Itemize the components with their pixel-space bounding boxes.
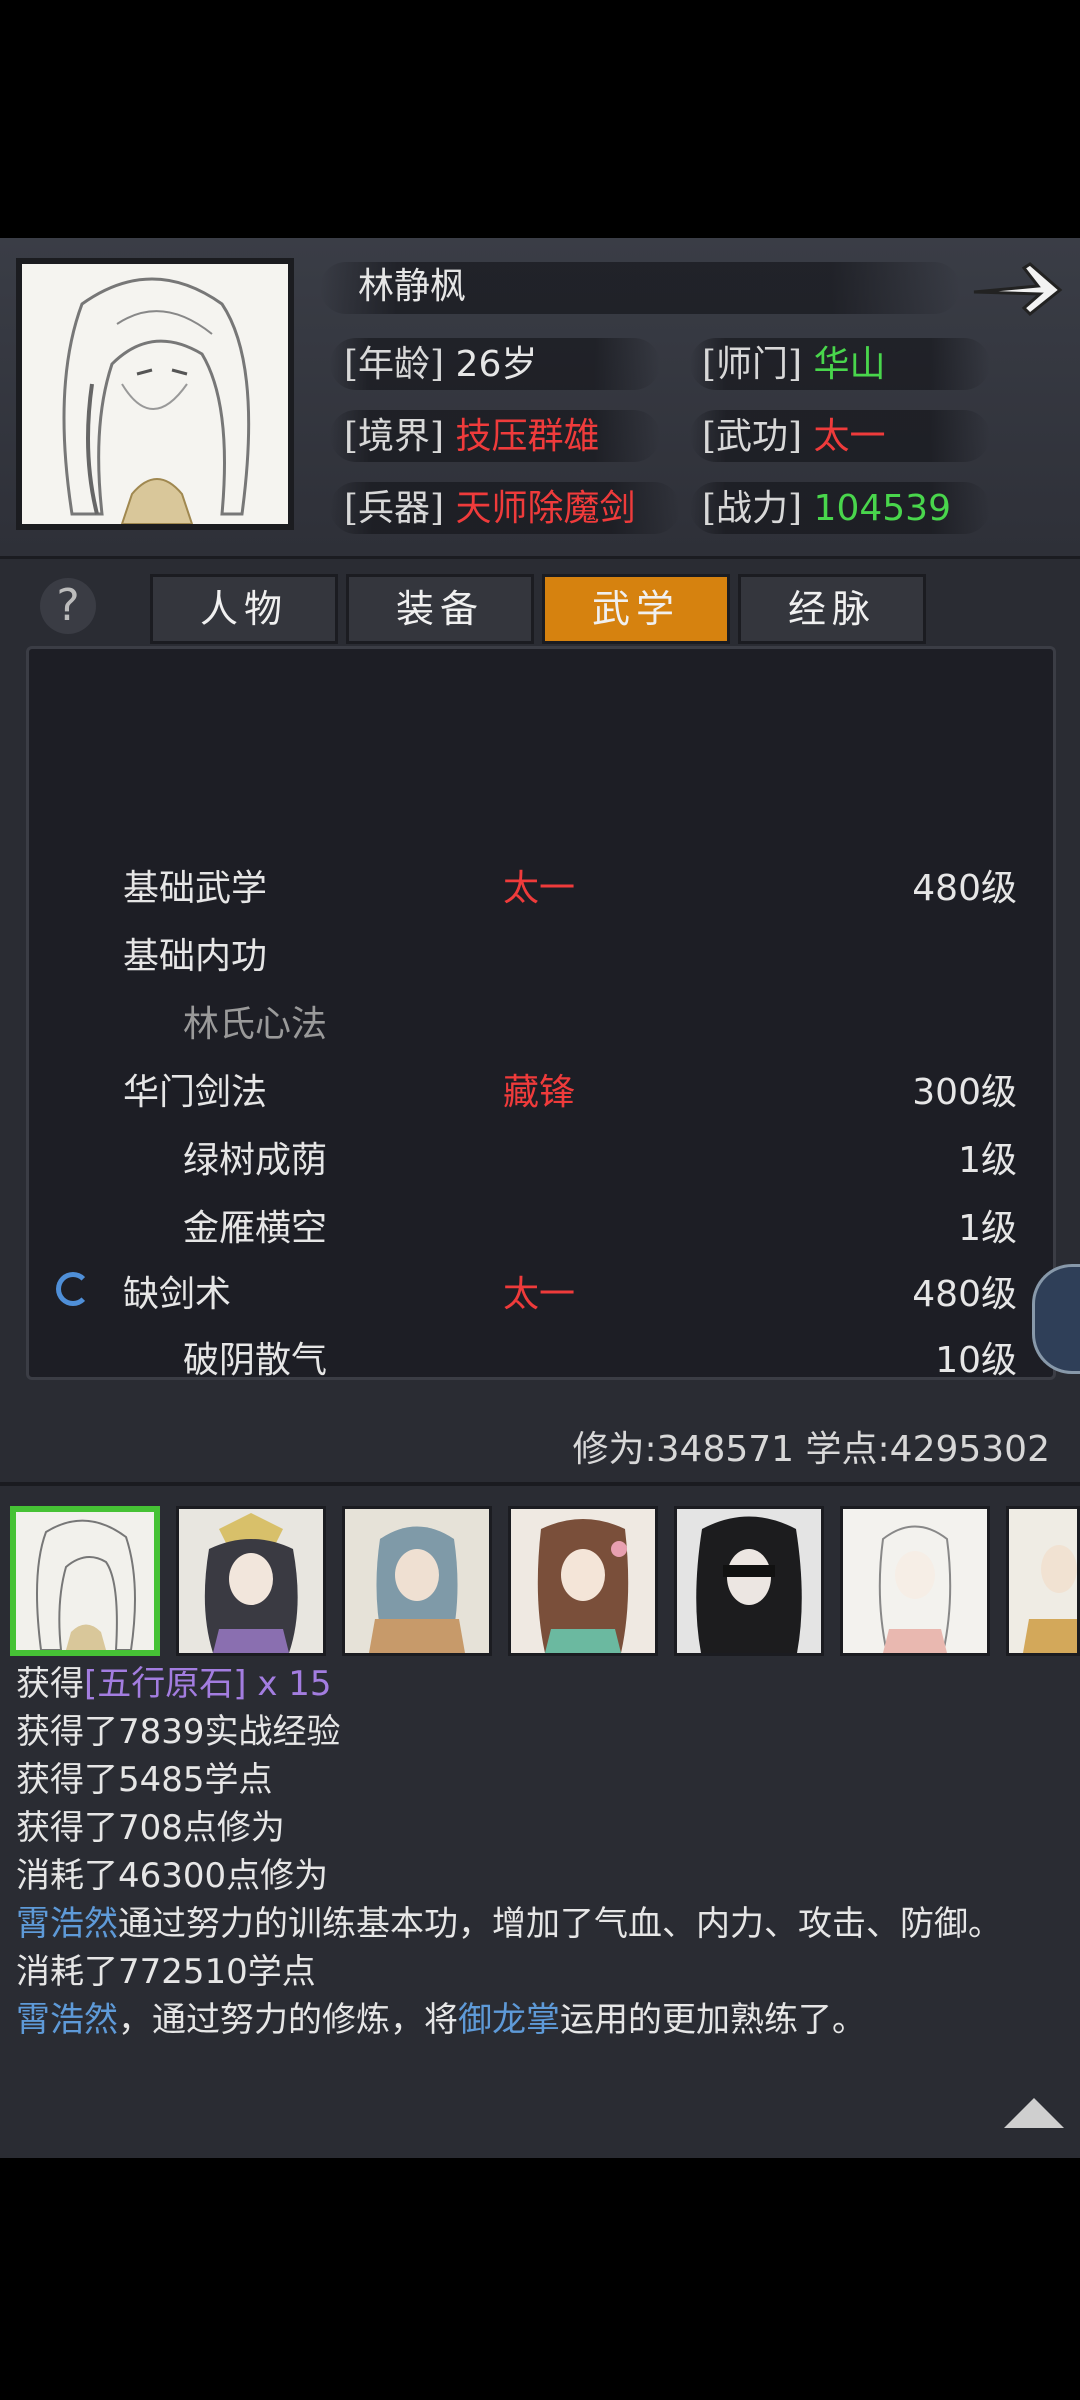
log-line: 霄浩然通过努力的训练基本功，增加了气血、内力、攻击、防御。: [16, 1900, 1066, 1948]
power-row: [战力] 104539: [702, 484, 951, 534]
log-line: 获得了5485学点: [16, 1760, 273, 1800]
log-text: ，通过努力的修炼，将: [118, 2000, 458, 2040]
log-line: 霄浩然，通过努力的修炼，将御龙掌运用的更加熟练了。: [16, 1996, 1066, 2044]
skill-name: 金雁横空: [183, 1208, 328, 1249]
skill-style: 藏锋: [503, 1072, 576, 1113]
skill-row[interactable]: 林氏心法: [29, 995, 1059, 1055]
skill-level: 480级: [912, 1274, 1017, 1315]
log-skill-name: 御龙掌: [458, 2000, 560, 2040]
age-row: [年龄] 26岁: [344, 340, 537, 390]
skill-row[interactable]: 金雁横空 1级: [29, 1199, 1059, 1259]
divider: [0, 1482, 1080, 1486]
skill-level: 10级: [935, 1340, 1017, 1377]
skill-row[interactable]: 基础武学 太一 480级: [29, 859, 1059, 919]
loading-spinner-icon: [56, 1272, 90, 1306]
log-text: 获得: [16, 1664, 84, 1704]
age-value: 26岁: [455, 344, 538, 385]
sect-row: [师门] 华山: [702, 340, 886, 390]
realm-label: [境界]: [344, 416, 445, 457]
martial-row: [武功] 太一: [702, 412, 886, 462]
log-item: [五行原石] x 15: [84, 1664, 332, 1704]
power-label: [战力]: [702, 488, 803, 529]
weapon-row: [兵器] 天师除魔剑: [344, 484, 636, 534]
study-points-value: 学点:4295302: [805, 1429, 1050, 1470]
log-text: 通过努力的训练基本功，增加了气血、内力、攻击、防御。: [118, 1904, 1002, 1944]
power-value: 104539: [813, 488, 951, 529]
tab-equipment[interactable]: 装备: [346, 574, 534, 644]
event-log: 获得[五行原石] x 15 获得了7839实战经验 获得了5485学点 获得了7…: [16, 1660, 1066, 2044]
skill-level: 1级: [958, 1140, 1017, 1181]
skill-name: 破阴散气: [183, 1340, 328, 1377]
skills-panel: 基础武学 太一 480级 基础内功 林氏心法 华门剑法 藏锋 300级 绿树成荫…: [26, 646, 1056, 1380]
martial-label: [武功]: [702, 416, 803, 457]
log-line: 消耗了772510学点: [16, 1952, 316, 1992]
skill-name: 绿树成荫: [183, 1140, 328, 1181]
character-thumb-7[interactable]: [1006, 1506, 1080, 1656]
skill-style: 太一: [503, 1274, 576, 1315]
log-line: 获得了7839实战经验: [16, 1712, 341, 1752]
skill-row[interactable]: 缺剑术 太一 480级: [29, 1265, 1059, 1325]
skill-name: 华门剑法: [123, 1072, 268, 1113]
character-thumb-5[interactable]: [674, 1506, 824, 1656]
character-name: 林静枫: [358, 266, 467, 307]
weapon-label: [兵器]: [344, 488, 445, 529]
log-character-name: 霄浩然: [16, 1904, 118, 1944]
cultivation-value: 修为:348571: [572, 1429, 795, 1470]
skill-style: 太一: [503, 868, 576, 909]
skill-name: 基础武学: [123, 868, 268, 909]
skill-level: 480级: [912, 868, 1017, 909]
sect-value: 华山: [813, 344, 886, 385]
skill-name: 基础内功: [123, 936, 268, 977]
stats-bar: 修为:348571 学点:4295302: [560, 1420, 1050, 1480]
arrow-right-icon[interactable]: [968, 256, 1064, 320]
skill-row[interactable]: 破阴散气 10级: [29, 1331, 1059, 1377]
skill-row[interactable]: 华门剑法 藏锋 300级: [29, 1063, 1059, 1123]
log-line: 消耗了46300点修为: [16, 1856, 329, 1896]
log-character-name: 霄浩然: [16, 2000, 118, 2040]
skill-name: 缺剑术: [123, 1274, 232, 1315]
skill-row[interactable]: 绿树成荫 1级: [29, 1131, 1059, 1191]
character-thumb-3[interactable]: [342, 1506, 492, 1656]
skill-row[interactable]: 基础内功: [29, 927, 1059, 987]
character-thumb-6[interactable]: [840, 1506, 990, 1656]
log-line: 获得[五行原石] x 15: [16, 1660, 1066, 1708]
weapon-value: 天师除魔剑: [455, 488, 636, 529]
sect-label: [师门]: [702, 344, 803, 385]
log-line: 获得了708点修为: [16, 1808, 285, 1848]
character-thumb-4[interactable]: [508, 1506, 658, 1656]
skill-name: 林氏心法: [183, 1004, 328, 1045]
question-icon[interactable]: ?: [40, 578, 96, 634]
tab-meridians[interactable]: 经脉: [738, 574, 926, 644]
realm-row: [境界] 技压群雄: [344, 412, 600, 462]
side-drawer-handle[interactable]: [1032, 1264, 1080, 1374]
martial-value: 太一: [813, 416, 886, 457]
skill-level: 300级: [912, 1072, 1017, 1113]
age-label: [年龄]: [344, 344, 445, 385]
character-thumb-1[interactable]: [10, 1506, 160, 1656]
log-text: 运用的更加熟练了。: [560, 2000, 866, 2040]
scroll-up-icon[interactable]: [1004, 2098, 1064, 2128]
character-portrait: [16, 258, 294, 530]
character-thumb-2[interactable]: [176, 1506, 326, 1656]
tab-martial-arts[interactable]: 武学: [542, 574, 730, 644]
realm-value: 技压群雄: [455, 416, 600, 457]
skill-level: 1级: [958, 1208, 1017, 1249]
tab-character[interactable]: 人物: [150, 574, 338, 644]
